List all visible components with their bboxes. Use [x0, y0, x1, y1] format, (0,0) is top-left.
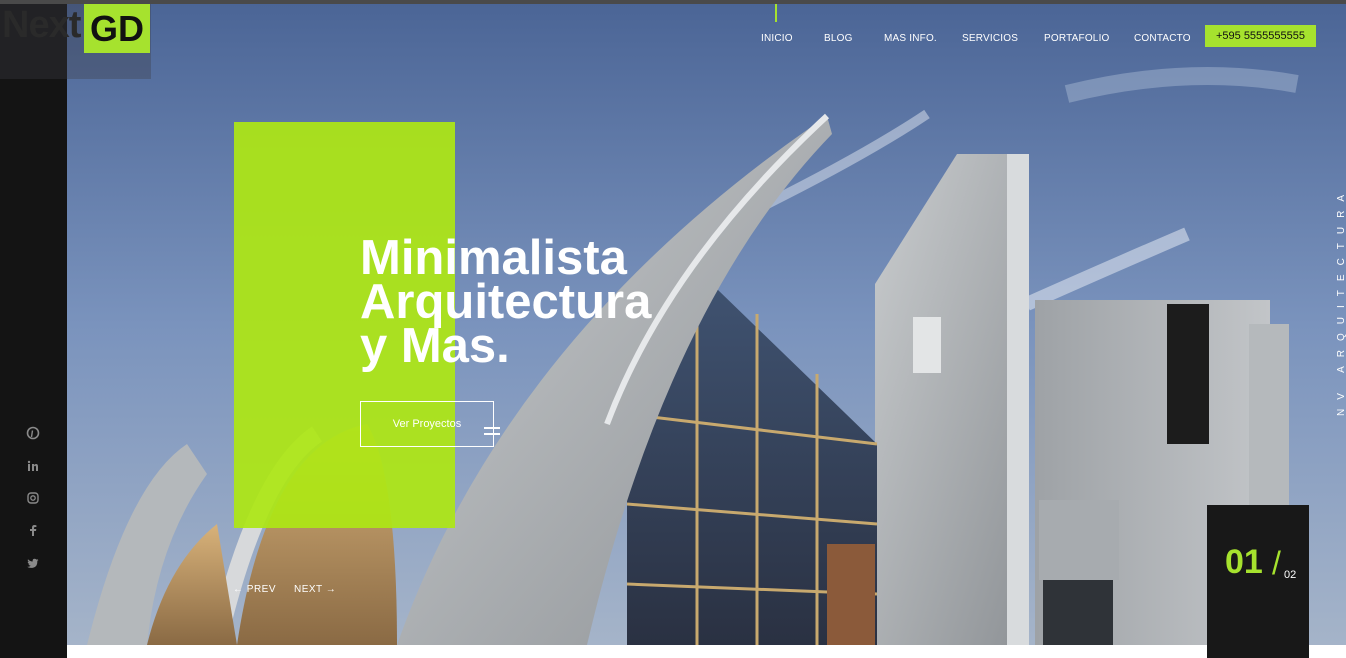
- headline-line-1: Minimalista: [360, 231, 627, 285]
- nav-active-indicator: [775, 4, 777, 22]
- prev-button[interactable]: ← PREV: [233, 584, 276, 595]
- nav-item-mas-info[interactable]: MAS INFO.: [884, 33, 937, 44]
- facebook-icon[interactable]: [26, 523, 40, 537]
- menu-icon[interactable]: [484, 427, 500, 441]
- nav-item-inicio[interactable]: INICIO: [761, 33, 793, 44]
- linkedin-icon[interactable]: [26, 459, 40, 473]
- bottom-strip: [67, 645, 1346, 658]
- nav-item-servicios[interactable]: SERVICIOS: [962, 33, 1018, 44]
- phone-button[interactable]: +595 5555555555: [1205, 25, 1316, 47]
- top-border: [0, 0, 1346, 4]
- hero-headline: Minimalista Arquitectura y Mas.: [360, 231, 652, 373]
- twitter-icon[interactable]: [26, 556, 40, 570]
- nav-item-blog[interactable]: BLOG: [824, 33, 853, 44]
- nav-item-contacto[interactable]: CONTACTO: [1134, 33, 1191, 44]
- slide-separator: /: [1272, 545, 1281, 581]
- slide-counter: 01 / 02: [1207, 505, 1309, 658]
- vertical-label-text: NV ARQUITECTURA: [1336, 185, 1346, 416]
- next-button[interactable]: NEXT →: [294, 584, 336, 595]
- headline-line-2: Arquitectura: [360, 275, 652, 329]
- instagram-icon[interactable]: [26, 491, 40, 505]
- vertical-brand-label: NV ARQUITECTURA: [1322, 180, 1346, 420]
- slide-current: 01: [1225, 543, 1263, 581]
- nav-item-portafolio[interactable]: PORTAFOLIO: [1044, 33, 1110, 44]
- page: Next GD INICIO BLOG MAS INFO. SERVICIOS …: [0, 0, 1346, 658]
- slide-total: 02: [1284, 569, 1297, 581]
- pinterest-icon[interactable]: [26, 426, 40, 440]
- logo-text-next[interactable]: Next: [2, 4, 81, 47]
- headline-line-3: y Mas.: [360, 319, 510, 373]
- view-projects-button[interactable]: Ver Proyectos: [360, 401, 494, 447]
- logo-text-gd[interactable]: GD: [84, 4, 150, 53]
